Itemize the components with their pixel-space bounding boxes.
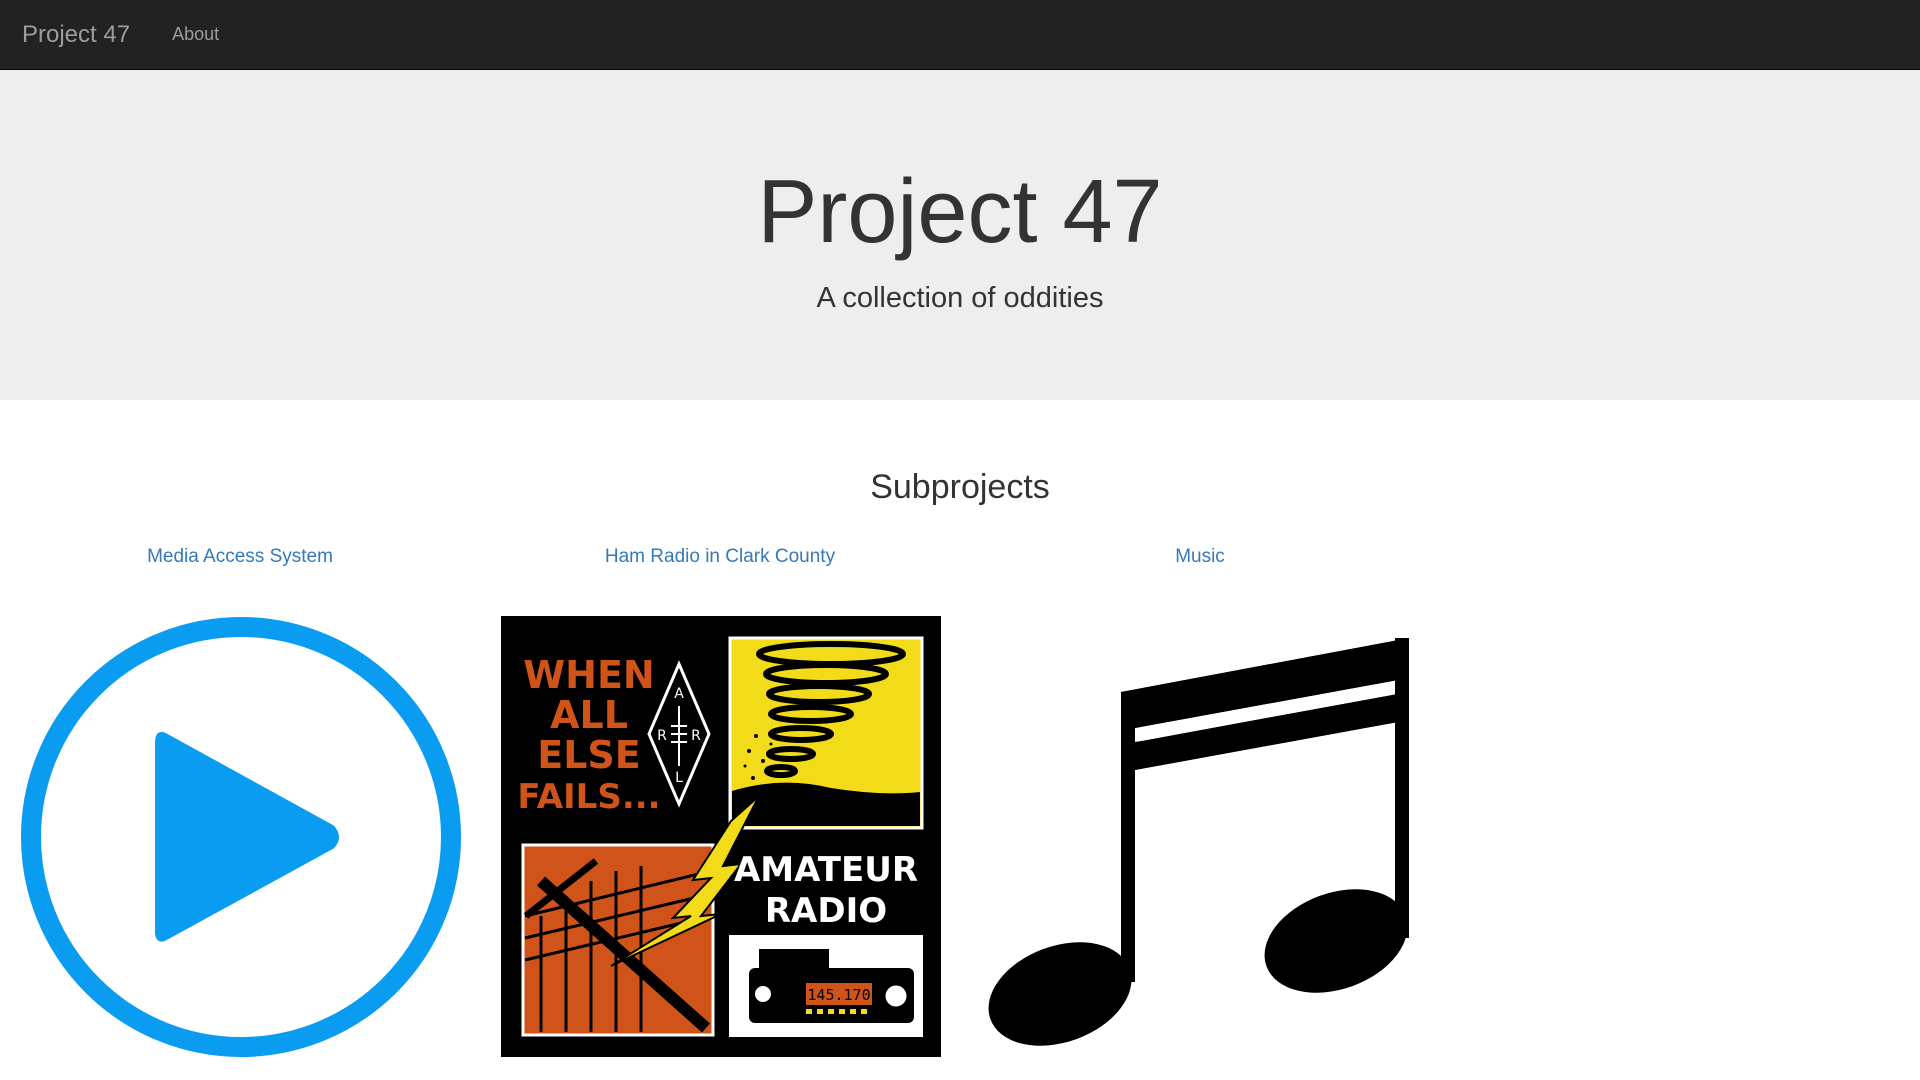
navbar-brand-link[interactable]: Project 47 <box>22 21 130 49</box>
svg-text:R: R <box>657 728 667 744</box>
poster-text-radio: RADIO <box>765 891 887 931</box>
radio-display-text: 145.170 <box>807 986 870 1004</box>
poster-text-fails: FAILS... <box>517 777 660 817</box>
hero-jumbotron: Project 47 A collection of oddities <box>0 70 1920 400</box>
poster-text-all: ALL <box>550 693 628 737</box>
music-note-icon <box>988 638 1409 1046</box>
tornado-panel-image <box>728 636 924 830</box>
music-link[interactable]: Music <box>1175 543 1225 571</box>
media-access-system-image-link[interactable] <box>20 616 462 1058</box>
svg-text:A: A <box>674 686 684 702</box>
ham-radio-poster-image: WHEN ALL ELSE FAILS... A R R L AMATEUR R… <box>501 616 941 1057</box>
subprojects-heading: Subprojects <box>870 468 1050 506</box>
radio-transceiver-image: 145.170 <box>729 935 923 1037</box>
ham-radio-link[interactable]: Ham Radio in Clark County <box>605 543 835 571</box>
hero-title: Project 47 <box>757 162 1163 262</box>
subproject-card-ham-radio: Ham Radio in Clark County <box>500 507 940 571</box>
music-image-link[interactable] <box>980 616 1420 1056</box>
svg-text:R: R <box>691 728 701 744</box>
subprojects-grid: Media Access System Ham Radio in Clark C… <box>0 507 1920 1067</box>
subproject-card-media: Media Access System <box>20 507 460 571</box>
nav-about-link[interactable]: About <box>172 24 219 45</box>
power-line-panel-image <box>521 843 715 1037</box>
ham-radio-image-link[interactable]: WHEN ALL ELSE FAILS... A R R L AMATEUR R… <box>501 616 941 1057</box>
hero-subtitle: A collection of oddities <box>816 282 1104 314</box>
subproject-card-music: Music <box>980 507 1420 571</box>
poster-text-else: ELSE <box>537 733 641 777</box>
poster-text-amateur: AMATEUR <box>734 850 918 890</box>
play-circle-icon <box>21 617 461 1057</box>
top-navbar: Project 47 About <box>0 0 1920 70</box>
svg-text:L: L <box>675 770 683 786</box>
poster-text-when: WHEN <box>523 653 654 697</box>
media-access-system-link[interactable]: Media Access System <box>147 543 333 571</box>
